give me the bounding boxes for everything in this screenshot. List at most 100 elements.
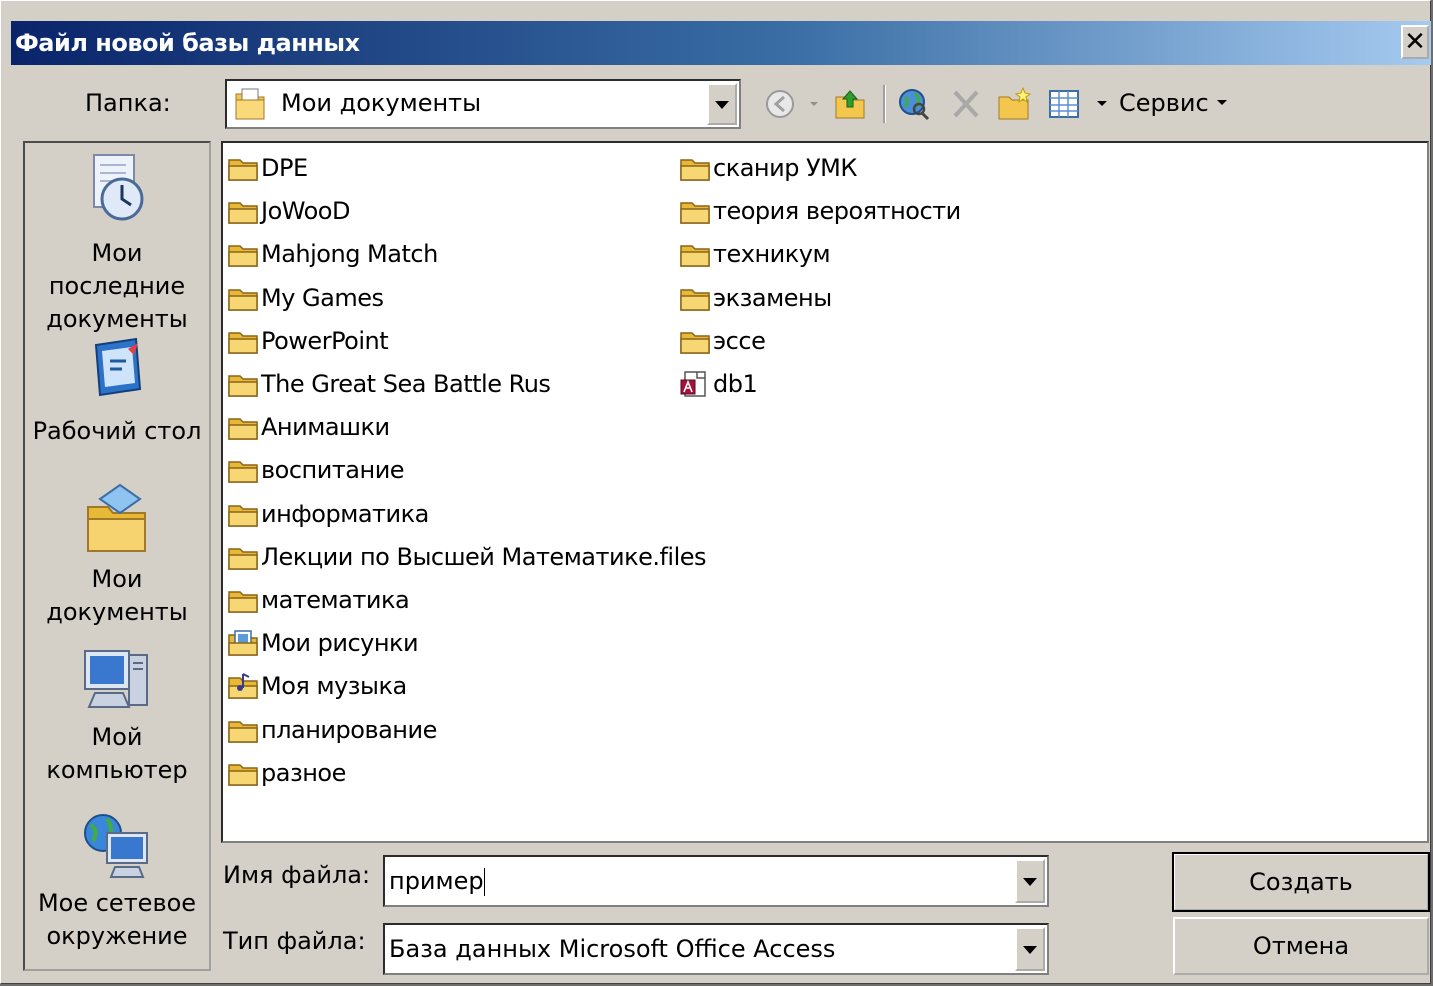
file-item-name: PowerPoint — [261, 326, 389, 355]
filetype-label: Тип файла: — [223, 927, 366, 955]
text-cursor — [483, 868, 485, 896]
file-item[interactable]: воспитание — [227, 451, 405, 489]
file-item-name: Мои рисунки — [261, 629, 419, 658]
delete-icon[interactable] — [949, 85, 983, 123]
file-item-name: математика — [261, 586, 410, 614]
filetype-select[interactable]: База данных Microsoft Office Access — [383, 923, 1049, 975]
create-label-b: ать — [1309, 868, 1353, 896]
file-item-name: Анимашки — [261, 413, 390, 442]
close-button[interactable]: ✕ — [1401, 25, 1429, 59]
file-item[interactable]: информатика — [227, 495, 429, 533]
file-item[interactable]: Анимашки — [227, 408, 390, 446]
place-label-line1: Мой — [91, 723, 143, 751]
new-database-dialog: Файл новой базы данных ✕ Папка: Мои доку… — [0, 0, 1431, 984]
my-documents-small-icon — [235, 88, 265, 120]
file-item[interactable]: эссе — [679, 322, 766, 360]
filename-input-text[interactable]: пример — [389, 867, 485, 896]
access-database-icon — [680, 371, 706, 397]
file-item-name: Моя музыка — [261, 672, 407, 701]
file-item-name: db1 — [713, 370, 758, 398]
folder-icon — [228, 720, 258, 743]
file-item[interactable]: Mahjong Match — [227, 235, 438, 273]
folder-icon — [228, 245, 258, 268]
file-item-name: воспитание — [261, 456, 405, 485]
file-item[interactable]: Лекции по Высшей Математике.files — [227, 538, 707, 576]
network-places-icon — [84, 814, 148, 878]
filetype-dropdown-button[interactable] — [1015, 927, 1045, 971]
folder-icon — [228, 159, 258, 181]
views-icon[interactable] — [1047, 85, 1081, 123]
place-network[interactable]: Мое сетевое окружение — [25, 809, 209, 953]
desktop-icon — [94, 337, 142, 397]
folder-icon — [228, 461, 258, 484]
file-item[interactable]: Мои рисунки — [227, 624, 419, 662]
filename-field[interactable]: пример — [383, 855, 1049, 907]
service-menu[interactable]: Сервис — [1119, 89, 1229, 117]
file-item[interactable]: Моя музыка — [227, 667, 407, 705]
file-item[interactable]: DPE — [227, 149, 308, 187]
folder-icon — [228, 418, 258, 440]
folder-icon — [680, 245, 710, 268]
file-item-name: техникум — [713, 240, 831, 269]
file-item[interactable]: математика — [227, 581, 410, 619]
file-item[interactable]: JoWooD — [227, 192, 350, 230]
new-folder-icon[interactable] — [997, 85, 1031, 123]
place-label-line1: Мои последние — [48, 239, 186, 300]
folder-icon — [228, 332, 258, 354]
place-label-line1: Мое сетевое — [37, 889, 197, 917]
file-item[interactable]: db1 — [679, 365, 758, 403]
place-label-line1: Рабочий стол — [32, 417, 202, 445]
create-label-accel: д — [1293, 868, 1310, 896]
place-my-computer[interactable]: Мой компьютер — [25, 645, 209, 787]
file-item-name: сканир УМК — [713, 154, 857, 182]
filename-dropdown-button[interactable] — [1015, 859, 1045, 903]
file-list[interactable]: DPE JoWooD Mahjong Match My Games PowerPoint… — [221, 141, 1429, 843]
place-label-line2: окружение — [46, 922, 188, 950]
file-item[interactable]: разное — [227, 754, 346, 792]
file-item[interactable]: экзамены — [679, 279, 832, 317]
toolbar-separator — [883, 85, 886, 123]
place-label-line1: Мои — [91, 565, 143, 593]
places-bar: Мои последние документы Рабочий стол Мои… — [23, 141, 211, 971]
folder-select[interactable]: Мои документы — [225, 79, 741, 129]
file-item-name: The Great Sea Battle Rus — [261, 370, 551, 398]
file-item-name: теория вероятности — [713, 197, 961, 226]
filename-value: пример — [389, 867, 484, 895]
back-icon[interactable] — [763, 85, 797, 123]
file-item[interactable]: теория вероятности — [679, 192, 961, 230]
back-dropdown-icon[interactable] — [807, 99, 821, 109]
folder-icon — [228, 764, 258, 786]
file-item[interactable]: планирование — [227, 711, 437, 749]
folder-dropdown-button[interactable] — [707, 83, 737, 125]
place-label-line2: компьютер — [46, 756, 188, 784]
file-item[interactable]: сканир УМК — [679, 149, 857, 187]
create-button[interactable]: Соз д ать — [1172, 852, 1430, 912]
music-folder-icon — [228, 673, 258, 700]
file-item-name: эссе — [713, 326, 766, 355]
cancel-button[interactable]: Отмена — [1173, 917, 1429, 975]
file-item[interactable]: The Great Sea Battle Rus — [227, 365, 551, 403]
my-computer-icon — [84, 650, 148, 708]
my-documents-icon — [87, 483, 146, 552]
recent-documents-icon — [93, 154, 144, 221]
file-item[interactable]: PowerPoint — [227, 322, 389, 360]
file-item-name: информатика — [261, 499, 429, 528]
pictures-folder-icon — [228, 630, 258, 656]
place-desktop[interactable]: Рабочий стол — [25, 331, 209, 448]
filename-label: Имя файла: — [223, 861, 371, 889]
place-label-line2: документы — [46, 598, 188, 626]
file-item-name: Mahjong Match — [261, 240, 438, 269]
place-my-documents[interactable]: Мои документы — [25, 479, 209, 629]
search-web-icon[interactable] — [897, 85, 931, 123]
file-item-name: экзамены — [713, 283, 832, 312]
place-recent-documents[interactable]: Мои последние документы — [25, 151, 209, 336]
folder-icon — [228, 504, 258, 527]
folder-icon — [680, 288, 710, 311]
file-item-name: разное — [261, 758, 346, 787]
file-item[interactable]: техникум — [679, 235, 831, 273]
title-bar[interactable]: Файл новой базы данных ✕ — [11, 21, 1431, 65]
folder-icon — [680, 202, 710, 224]
up-one-level-icon[interactable] — [833, 85, 867, 123]
file-item[interactable]: My Games — [227, 279, 384, 317]
views-dropdown-icon[interactable] — [1095, 98, 1109, 110]
